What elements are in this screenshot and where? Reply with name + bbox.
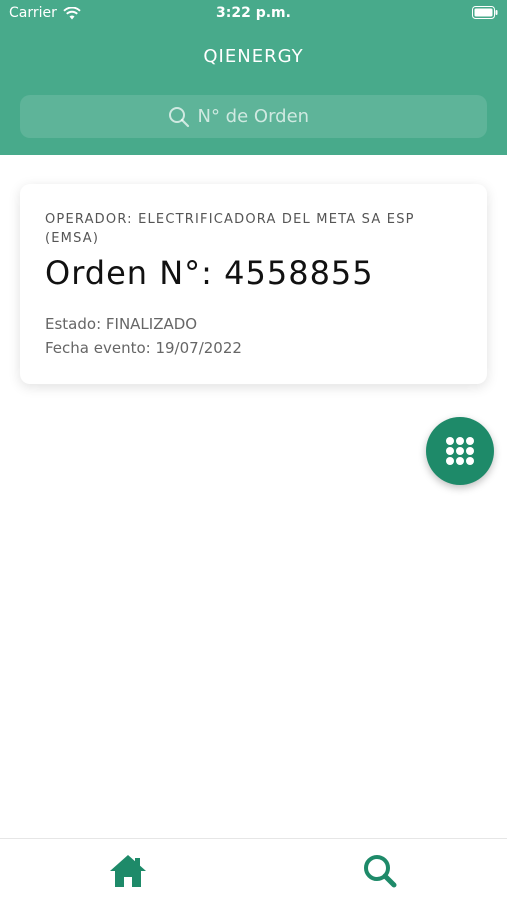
home-icon [110, 855, 146, 887]
app-title: QIENERGY [203, 46, 304, 67]
search-icon [364, 855, 397, 888]
order-search-input[interactable] [195, 105, 340, 128]
tab-search[interactable] [360, 851, 400, 891]
order-status: Estado: FINALIZADO [45, 315, 198, 333]
status-time: 3:22 p.m. [216, 5, 291, 21]
order-number: Orden N°: 4558855 [45, 254, 374, 292]
search-icon [168, 106, 189, 127]
search-bar[interactable] [20, 95, 487, 138]
app-header: Carrier 3:22 p.m. QIENERGY [0, 0, 507, 155]
status-bar: Carrier 3:22 p.m. [0, 0, 507, 28]
battery-icon [472, 6, 498, 19]
order-card[interactable]: OPERADOR: ELECTRIFICADORA DEL META SA ES… [20, 184, 487, 384]
operator-label: OPERADOR: ELECTRIFICADORA DEL META SA ES… [45, 212, 415, 246]
grid-menu-button[interactable] [426, 417, 494, 485]
event-date: Fecha evento: 19/07/2022 [45, 339, 242, 357]
grid-dots-icon [446, 437, 474, 465]
tab-bar [0, 838, 507, 901]
tab-home[interactable] [108, 851, 148, 891]
